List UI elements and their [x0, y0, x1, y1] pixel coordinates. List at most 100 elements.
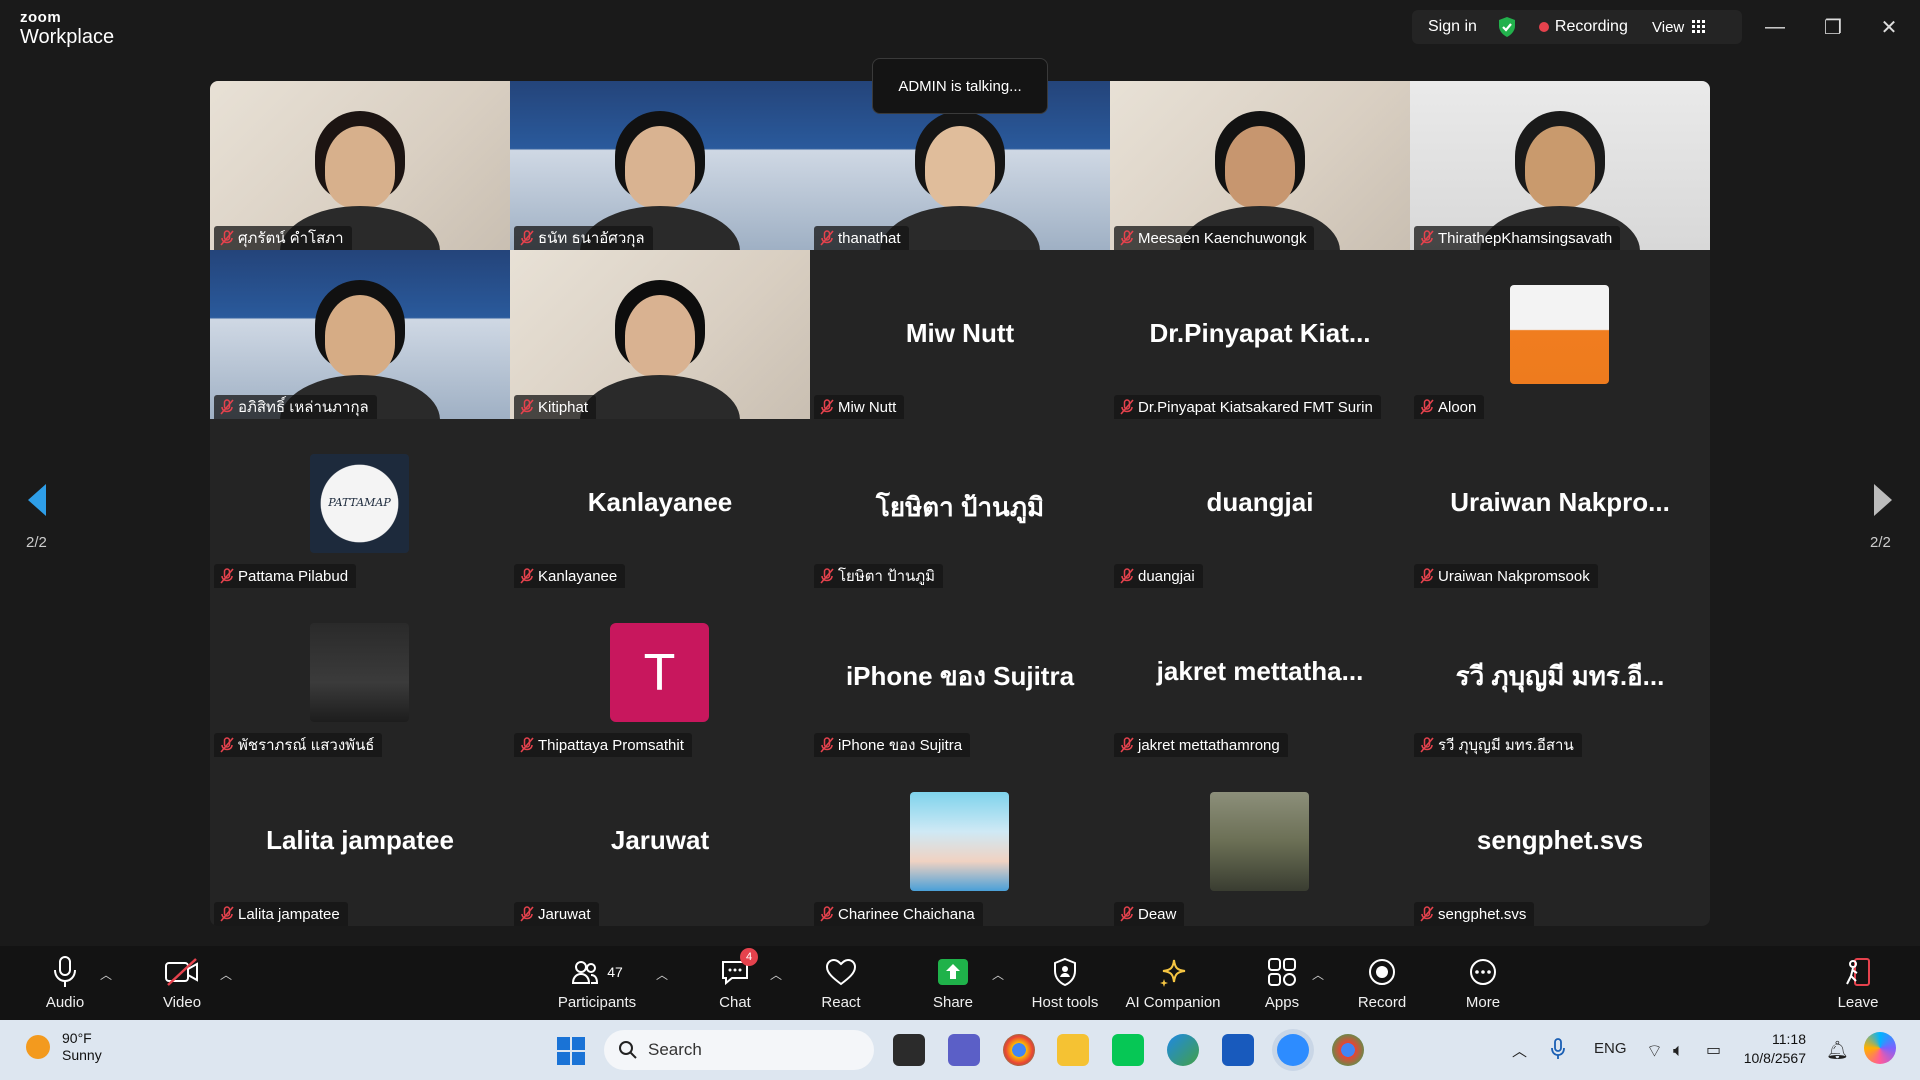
mic-muted-icon	[1120, 568, 1134, 584]
participant-tile[interactable]: ศุภรัตน์ คำโสภา	[210, 81, 510, 250]
participant-tile[interactable]: jakret mettatha... jakret mettathamrong	[1110, 588, 1410, 757]
ai-companion-label: AI Companion	[1125, 994, 1221, 1011]
participant-tile[interactable]: Miw Nutt Miw Nutt	[810, 250, 1110, 419]
chrome-icon[interactable]	[1003, 1034, 1035, 1066]
participant-tile[interactable]: ธนัท ธนาอัศวกุล	[510, 81, 810, 250]
copilot-icon[interactable]	[1864, 1032, 1896, 1064]
participant-tile[interactable]: Meesaen Kaenchuwongk	[1110, 81, 1410, 250]
participant-name: ศุภรัตน์ คำโสภา	[238, 230, 344, 247]
participant-tile[interactable]: Deaw	[1110, 757, 1410, 926]
chrome-profile-icon[interactable]	[1332, 1034, 1364, 1066]
share-options-caret-icon[interactable]: ︿	[992, 966, 1004, 983]
language-indicator[interactable]: ENG	[1594, 1040, 1627, 1057]
participant-video	[210, 81, 510, 250]
react-button[interactable]: React	[786, 954, 896, 1011]
participant-body	[580, 375, 740, 419]
participant-display-name: Kanlayanee	[587, 487, 733, 517]
minimize-button[interactable]: —	[1755, 12, 1795, 42]
zoom-taskbar-icon[interactable]	[1277, 1034, 1309, 1066]
apps-options-caret-icon[interactable]: ︿	[1312, 966, 1324, 983]
participant-tile[interactable]: Dr.Pinyapat Kiat... Dr.Pinyapat Kiatsakar…	[1110, 250, 1410, 419]
participant-tile[interactable]: Kitiphat	[510, 250, 810, 419]
next-page-arrow-icon[interactable]	[1868, 480, 1898, 520]
participant-tile[interactable]: T Thipattaya Promsathit	[510, 588, 810, 757]
participant-tile[interactable]: Jaruwat Jaruwat	[510, 757, 810, 926]
edge-icon[interactable]	[1167, 1034, 1199, 1066]
mic-muted-icon	[220, 737, 234, 753]
participant-name: Kitiphat	[538, 398, 589, 416]
participant-name-label: jakret mettathamrong	[1114, 733, 1288, 757]
battery-icon[interactable]: ▭	[1706, 1040, 1721, 1060]
participants-options-caret-icon[interactable]: ︿	[656, 966, 668, 983]
participant-video	[510, 81, 810, 250]
wifi-icon[interactable]: ⌔	[1646, 1040, 1663, 1063]
participant-tile[interactable]: อภิสิทธิ์ เหล่านภากุล	[210, 250, 510, 419]
more-button[interactable]: More	[1428, 954, 1538, 1011]
participant-name: Miw Nutt	[838, 398, 897, 416]
mic-muted-icon	[820, 568, 834, 584]
recording-status[interactable]: Recording	[1555, 18, 1628, 36]
task-view-icon[interactable]	[893, 1034, 925, 1066]
participant-display-name: sengphet.svs	[1476, 825, 1644, 855]
more-icon	[1470, 959, 1496, 985]
share-screen-icon	[938, 959, 968, 985]
participant-face	[325, 126, 395, 208]
line-icon[interactable]	[1112, 1034, 1144, 1066]
participants-label: Participants	[557, 994, 637, 1011]
notification-bell-icon[interactable]: 🔔︎	[1826, 1040, 1849, 1061]
participant-name: sengphet.svs	[1438, 905, 1527, 923]
participants-button[interactable]: 47 Participants	[542, 954, 652, 1011]
ai-companion-button[interactable]: AI Companion	[1118, 954, 1228, 1011]
participant-tile[interactable]: โยษิตา ป้านภูมิ โยษิตา ป้านภูมิ	[810, 419, 1110, 588]
participant-tile[interactable]: Uraiwan Nakpro... Uraiwan Nakpromsook	[1410, 419, 1710, 588]
participant-tile[interactable]: sengphet.svs sengphet.svs	[1410, 757, 1710, 926]
teams-icon[interactable]	[948, 1034, 980, 1066]
prev-page-arrow-icon[interactable]	[22, 480, 52, 520]
participant-name-label: thanathat	[814, 226, 909, 250]
file-explorer-icon[interactable]	[1057, 1034, 1089, 1066]
participant-tile[interactable]: duangjai duangjai	[1110, 419, 1410, 588]
restore-button[interactable]: ❐	[1813, 12, 1853, 42]
audio-options-caret-icon[interactable]: ︿	[100, 966, 112, 983]
participant-name: ธนัท ธนาอัศวกุล	[538, 230, 645, 247]
participant-name: โยษิตา ป้านภูมิ	[838, 568, 936, 585]
participant-tile[interactable]: Lalita jampatee Lalita jampatee	[210, 757, 510, 926]
zoom-window: zoom Workplace Sign in Recording View — …	[0, 0, 1920, 1080]
video-options-caret-icon[interactable]: ︿	[220, 966, 232, 983]
sign-in-button[interactable]: Sign in	[1428, 18, 1477, 36]
sparkle-icon	[1160, 959, 1186, 987]
taskbar-search[interactable]: Search	[604, 1030, 874, 1070]
participant-name-label: Kanlayanee	[514, 564, 626, 588]
host-tools-button[interactable]: Host tools	[1010, 954, 1120, 1011]
chevron-up-icon[interactable]: ︿	[1512, 1040, 1527, 1061]
weather-temp: 90°F	[62, 1030, 92, 1046]
participant-tile[interactable]: พัชราภรณ์ แสวงพันธ์	[210, 588, 510, 757]
participant-name: duangjai	[1138, 567, 1195, 585]
tray-microphone-icon[interactable]	[1550, 1038, 1566, 1060]
participant-name: พัชราภรณ์ แสวงพันธ์	[238, 737, 375, 754]
chat-options-caret-icon[interactable]: ︿	[770, 966, 782, 983]
participant-tile[interactable]: iPhone ของ Sujitra iPhone ของ Sujitra	[810, 588, 1110, 757]
participant-tile[interactable]: Charinee Chaichana	[810, 757, 1110, 926]
speaker-icon[interactable]: 🔈︎	[1673, 1040, 1684, 1061]
weather-condition: Sunny	[62, 1047, 102, 1063]
participant-tile[interactable]: Kanlayanee Kanlayanee	[510, 419, 810, 588]
participant-tile[interactable]: ThirathepKhamsingsavath	[1410, 81, 1710, 250]
participant-tile[interactable]: PATTAMAP Pattama Pilabud	[210, 419, 510, 588]
participant-display-name: โยษิตา ป้านภูมิ	[875, 492, 1045, 522]
participant-name-label: Pattama Pilabud	[214, 564, 357, 588]
leave-button[interactable]: Leave	[1803, 954, 1913, 1011]
shield-check-icon[interactable]	[1497, 16, 1517, 38]
weather-widget[interactable]: 90°F Sunny	[26, 1030, 102, 1064]
participant-tile[interactable]: Aloon	[1410, 250, 1710, 419]
close-button[interactable]: ✕	[1869, 12, 1909, 42]
word-icon[interactable]	[1222, 1034, 1254, 1066]
clock[interactable]: 11:18 10/8/2567	[1742, 1030, 1806, 1068]
windows-start-icon[interactable]	[556, 1036, 586, 1066]
participant-tile[interactable]: รวี ภุบุญมี มทร.อี... รวี ภุบุญมี มทร.อีส…	[1410, 588, 1710, 757]
participant-name: อภิสิทธิ์ เหล่านภากุล	[238, 399, 369, 416]
mic-muted-icon	[820, 230, 834, 246]
view-button[interactable]: View	[1642, 10, 1732, 44]
record-button[interactable]: Record	[1327, 954, 1437, 1011]
participant-avatar	[910, 792, 1009, 891]
